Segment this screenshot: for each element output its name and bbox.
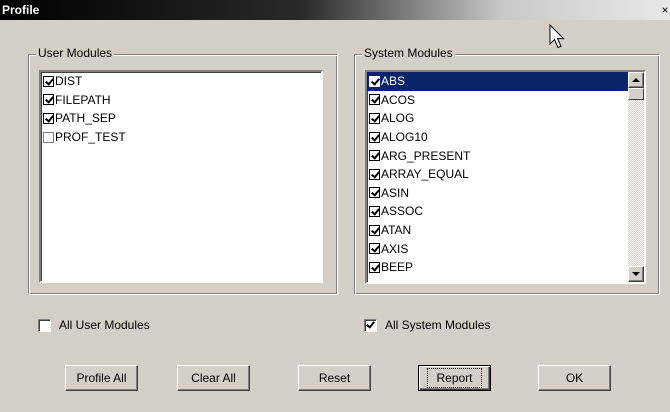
- list-item[interactable]: ARG_PRESENT: [367, 146, 628, 165]
- user-modules-legend: User Modules: [36, 46, 115, 60]
- scroll-down-arrow-icon[interactable]: [628, 266, 644, 282]
- list-item-label: FILEPATH: [55, 92, 111, 107]
- list-item-label: ABS: [381, 74, 406, 89]
- list-item-label: ALOG: [381, 111, 415, 126]
- list-item[interactable]: ACOS: [367, 91, 628, 110]
- all-user-modules-checkbox[interactable]: All User Modules: [38, 317, 150, 333]
- all-system-modules-checkbox[interactable]: All System Modules: [364, 317, 490, 333]
- list-item-label: DIST: [55, 74, 83, 89]
- list-item-checkbox[interactable]: [369, 131, 380, 143]
- list-item[interactable]: FILEPATH: [41, 91, 321, 110]
- list-item-label: AXIS: [381, 241, 409, 256]
- list-item[interactable]: ALOG: [367, 109, 628, 128]
- list-item-checkbox[interactable]: [369, 112, 380, 124]
- list-item-checkbox[interactable]: [43, 112, 54, 124]
- list-item-label: ARRAY_EQUAL: [381, 167, 469, 182]
- all-user-modules-label: All User Modules: [59, 318, 150, 332]
- list-item-checkbox[interactable]: [369, 205, 380, 217]
- list-item-label: ASSOC: [381, 204, 424, 219]
- list-item-checkbox[interactable]: [369, 187, 380, 199]
- list-item-checkbox[interactable]: [43, 94, 54, 106]
- list-item-checkbox[interactable]: [369, 261, 380, 273]
- list-item-checkbox[interactable]: [369, 150, 380, 162]
- list-item[interactable]: PROF_TEST: [41, 128, 321, 147]
- list-item[interactable]: ASIN: [367, 184, 628, 203]
- reset-button[interactable]: Reset: [298, 365, 371, 391]
- title-bar: Profile ×: [0, 0, 670, 20]
- all-system-modules-box[interactable]: [364, 318, 377, 332]
- list-item-checkbox[interactable]: [43, 75, 54, 87]
- list-item-label: BEEP: [381, 260, 414, 275]
- list-item-label: ACOS: [381, 92, 416, 107]
- list-item-label: PROF_TEST: [55, 130, 126, 145]
- list-item[interactable]: ARRAY_EQUAL: [367, 165, 628, 184]
- list-item-label: ATAN: [381, 223, 412, 238]
- system-modules-scrollbar[interactable]: [628, 72, 644, 282]
- list-item-label: ALOG10: [381, 130, 428, 145]
- list-item-checkbox[interactable]: [369, 75, 380, 87]
- system-modules-legend: System Modules: [362, 46, 455, 60]
- list-item-label: ARG_PRESENT: [381, 148, 471, 163]
- report-button-label: Report: [427, 368, 482, 388]
- list-item-checkbox[interactable]: [369, 224, 380, 236]
- close-icon[interactable]: ×: [660, 3, 670, 17]
- list-item[interactable]: ALOG10: [367, 128, 628, 147]
- list-item-label: PATH_SEP: [55, 111, 116, 126]
- system-modules-list[interactable]: ABS ACOS ALOG ALOG10 ARG_PRESENT ARRAY_EQUAL A…: [365, 70, 646, 284]
- report-button[interactable]: Report: [418, 365, 491, 391]
- ok-button[interactable]: OK: [538, 365, 611, 391]
- scroll-up-arrow-icon[interactable]: [628, 72, 644, 88]
- list-item-checkbox[interactable]: [43, 131, 54, 143]
- all-system-modules-label: All System Modules: [385, 318, 491, 332]
- list-item[interactable]: ATAN: [367, 221, 628, 240]
- list-item[interactable]: BEEP: [367, 258, 628, 277]
- list-item-checkbox[interactable]: [369, 94, 380, 106]
- list-item[interactable]: ABS: [367, 72, 628, 91]
- list-item[interactable]: AXIS: [367, 239, 628, 258]
- clear-all-button[interactable]: Clear All: [177, 365, 250, 391]
- list-item-label: ASIN: [381, 185, 410, 200]
- list-item-checkbox[interactable]: [369, 243, 380, 255]
- profile-all-button[interactable]: Profile All: [65, 365, 138, 391]
- list-item[interactable]: ASSOC: [367, 202, 628, 221]
- list-item[interactable]: PATH_SEP: [41, 109, 321, 128]
- window-title: Profile: [2, 3, 40, 17]
- scrollbar-thumb[interactable]: [628, 88, 644, 100]
- all-user-modules-box[interactable]: [38, 318, 51, 332]
- user-modules-list[interactable]: DIST FILEPATH PATH_SEP PROF_TEST: [39, 70, 323, 283]
- list-item[interactable]: DIST: [41, 72, 321, 91]
- list-item-checkbox[interactable]: [369, 168, 380, 180]
